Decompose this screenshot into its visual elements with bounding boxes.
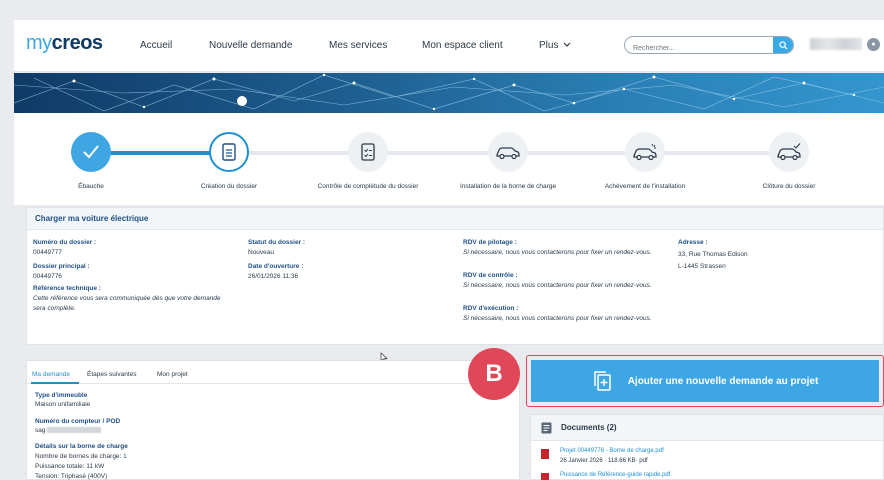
- step-label-achevement: Achèvement de l'installation: [604, 183, 686, 190]
- user-avatar-icon[interactable]: ●: [867, 38, 880, 51]
- reference-text: Cette référence vous sera communiquée dè…: [33, 295, 221, 312]
- demande-panel: Ma demande Étapes suivantes Mon projet T…: [26, 360, 521, 480]
- step-ebauche: [71, 132, 111, 172]
- pilotage-text: Si nécessaire, nous vous contacterons po…: [463, 249, 652, 256]
- immeuble-label: Type d'immeuble: [35, 392, 88, 399]
- compteur-label: Numéro du compteur / POD: [35, 418, 121, 425]
- step-installation-borne: [488, 132, 528, 172]
- tab-ma-demande[interactable]: Ma demande: [32, 371, 70, 378]
- search-box: [624, 36, 794, 54]
- tension: Tension: Triphasé (400V): [35, 473, 108, 480]
- dossier-info-panel: Charger ma voiture électrique Numéro du …: [26, 207, 884, 345]
- ouverture-value: 26/01/2026 11:36: [248, 273, 299, 280]
- nav-mes-services[interactable]: Mes services: [329, 40, 387, 51]
- car-check-icon: [777, 143, 801, 161]
- principal-label: Dossier principal :: [33, 263, 90, 270]
- checklist-icon: [361, 143, 375, 161]
- car-charging-icon: [496, 147, 520, 160]
- step-creation-dossier: [209, 132, 249, 172]
- pdf-file-icon: [541, 473, 549, 480]
- nav-accueil[interactable]: Accueil: [140, 40, 172, 51]
- tabs-divider: [27, 383, 521, 384]
- adresse-line2: L-1445 Strassen: [678, 263, 726, 270]
- tab-mon-projet[interactable]: Mon projet: [157, 371, 188, 378]
- document-icon: [222, 143, 236, 161]
- controle-label: RDV de contrôle :: [463, 272, 518, 279]
- tab-etapes-suivantes[interactable]: Étapes suivantes: [87, 371, 137, 378]
- nb-bornes-label: Nombre de bornes de charge:: [35, 453, 122, 460]
- copy-add-icon: [593, 371, 611, 391]
- documents-title: Documents (2): [561, 423, 617, 432]
- step-cloture-dossier: [769, 132, 809, 172]
- nav-plus-label: Plus: [539, 40, 559, 51]
- checkmark-icon: [83, 145, 99, 159]
- annotation-badge-b: B: [468, 348, 520, 400]
- compteur-value-text: sag: [35, 427, 46, 434]
- nav-nouvelle-demande[interactable]: Nouvelle demande: [209, 40, 292, 51]
- add-request-highlight: Ajouter une nouvelle demande au projet: [526, 355, 884, 407]
- nav-plus[interactable]: Plus: [539, 40, 571, 51]
- documents-panel: Documents (2) Projet 00449776 - Borne de…: [530, 414, 884, 480]
- principal-value: 00449776: [33, 273, 62, 280]
- pilotage-label: RDV de pilotage :: [463, 239, 517, 246]
- numero-value: 00449777: [33, 249, 62, 256]
- search-input[interactable]: [625, 40, 765, 53]
- immeuble-value: Maison unifamiliale: [35, 401, 91, 408]
- step-achevement-installation: [625, 132, 665, 172]
- step-label-ebauche: Ébauche: [78, 183, 104, 190]
- chevron-down-icon: [563, 42, 571, 47]
- statut-value: Nouveau: [248, 249, 275, 256]
- document-link-puissance[interactable]: Puissance de Référence-guide rapide.pdf: [560, 472, 670, 478]
- logo-my: my: [26, 32, 52, 54]
- borne-label: Détails sur la borne de charge: [35, 443, 128, 450]
- dossier-title: Charger ma voiture électrique: [27, 208, 883, 230]
- step-label-cloture: Clôture du dossier: [762, 183, 816, 190]
- search-button[interactable]: [773, 37, 793, 53]
- step-label-controle: Contrôle de complétude du dossier: [317, 183, 419, 190]
- nav-mon-espace-client[interactable]: Mon espace client: [422, 40, 503, 51]
- nb-bornes: Nombre de bornes de charge: 1: [35, 453, 127, 460]
- step-label-creation: Création du dossier: [200, 183, 258, 190]
- network-banner: [14, 73, 884, 113]
- tab-active-indicator: [31, 382, 79, 384]
- adresse-line1: 33, Rue Thomas Edison: [678, 251, 748, 258]
- documents-header: Documents (2): [531, 415, 883, 441]
- document-folder-icon: [541, 422, 552, 434]
- compteur-value: sag: [35, 427, 102, 434]
- nb-bornes-value: 1: [123, 453, 127, 460]
- document-meta-projet: 26 Janvier 2026 · 118.66 KB· pdf: [560, 458, 648, 464]
- puissance-totale: Puissance totale: 11 kW: [35, 463, 105, 470]
- step-controle-completude: [348, 132, 388, 172]
- ouverture-label: Date d'ouverture :: [248, 263, 304, 270]
- reference-label: Référence technique :: [33, 285, 101, 292]
- controle-text: Si nécessaire, nous vous contacterons po…: [463, 282, 652, 289]
- execution-label: RDV d'exécution :: [463, 305, 519, 312]
- progress-steps: Ébauche Création du dossier Contrôle de …: [14, 113, 884, 205]
- logo-creos: creos: [51, 32, 103, 54]
- add-request-label: Ajouter une nouvelle demande au projet: [627, 375, 819, 387]
- network-pattern: [14, 73, 884, 112]
- adresse-label: Adresse :: [678, 239, 708, 246]
- document-link-projet[interactable]: Projet 00449776 - Borne de charge.pdf: [560, 448, 664, 454]
- compteur-redacted: [47, 427, 102, 434]
- search-icon: [778, 40, 788, 50]
- pdf-file-icon: [541, 449, 549, 459]
- step-label-installation: Installation de la borne de charge: [459, 183, 557, 190]
- statut-label: Statut du dossier :: [248, 239, 306, 246]
- user-name-blurred: [810, 38, 862, 50]
- car-spark-icon: [633, 143, 657, 161]
- numero-label: Numéro du dossier :: [33, 239, 97, 246]
- mycreos-logo[interactable]: mycreos: [26, 32, 103, 55]
- execution-text: Si nécessaire, nous vous contacterons po…: [463, 315, 652, 322]
- top-navigation: mycreos Accueil Nouvelle demande Mes ser…: [14, 20, 884, 72]
- add-request-to-project-button[interactable]: Ajouter une nouvelle demande au projet: [531, 360, 879, 402]
